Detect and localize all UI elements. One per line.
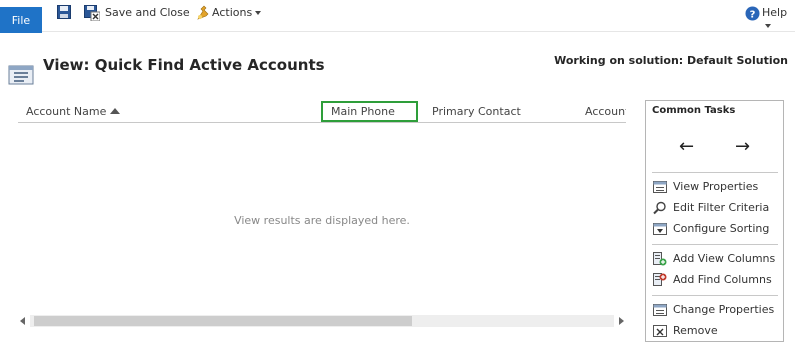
help-button[interactable]: Help [762,6,795,32]
column-header-account-name[interactable]: Account Name [26,101,316,122]
actions-label: Actions [212,6,253,19]
chevron-down-icon [255,11,262,15]
save-and-close-icon[interactable] [84,5,100,21]
add-find-columns-icon [653,273,667,286]
move-right-icon[interactable]: → [735,138,750,156]
remove-icon [653,325,667,337]
save-icon[interactable] [57,5,71,19]
view-properties-link[interactable]: View Properties [653,179,781,195]
column-header-main-phone[interactable]: Main Phone [321,101,418,122]
task-label: Remove [673,324,718,337]
task-label: Edit Filter Criteria [673,201,770,214]
view-icon [8,65,34,85]
empty-results-message: View results are displayed here. [234,214,410,227]
configure-sorting-link[interactable]: Configure Sorting [653,221,781,237]
help-label: Help [762,6,788,19]
actions-button[interactable]: Actions [212,6,262,19]
sort-icon [653,223,667,235]
common-tasks-title: Common Tasks [652,105,736,116]
move-left-icon[interactable]: ← [679,138,694,156]
help-icon[interactable]: ? [745,6,760,21]
page-title: View: Quick Find Active Accounts [43,56,325,74]
actions-icon[interactable] [195,5,211,21]
scrollbar-thumb[interactable] [34,316,412,326]
add-view-columns-icon [653,252,667,266]
change-properties-link[interactable]: Change Properties [653,302,781,318]
view-grid: Account Name Main Phone Primary Contact … [18,100,626,334]
scroll-right-icon[interactable] [619,317,624,325]
remove-link[interactable]: Remove [653,323,781,339]
task-label: Add View Columns [673,252,776,265]
divider [652,244,778,245]
horizontal-scrollbar[interactable] [18,313,626,329]
add-find-columns-link[interactable]: Add Find Columns [653,272,781,288]
sort-ascending-icon [110,108,121,114]
task-label: Change Properties [673,303,775,316]
scroll-left-icon[interactable] [20,317,25,325]
edit-filter-criteria-link[interactable]: Edit Filter Criteria [653,200,781,216]
task-label: Add Find Columns [673,273,772,286]
divider [652,172,778,173]
column-label: Account Name [26,105,107,118]
task-label: View Properties [673,180,759,193]
add-view-columns-link[interactable]: Add View Columns [653,251,781,267]
common-tasks-panel: Common Tasks ← → View Properties Edit Fi… [645,100,784,342]
view-properties-icon [653,181,667,193]
divider [652,295,778,296]
ribbon: File Save and Close Actions ? Help [0,0,795,33]
chevron-down-icon [765,24,771,28]
magnifier-icon [653,201,666,215]
change-properties-icon [653,304,667,316]
grid-header: Account Name Main Phone Primary Contact … [18,100,626,123]
column-header-account[interactable]: Account [585,101,626,122]
task-label: Configure Sorting [673,222,770,235]
svg-text:?: ? [750,9,756,20]
save-and-close-button[interactable]: Save and Close [105,6,190,19]
solution-label: Working on solution: Default Solution [554,54,788,67]
file-button[interactable]: File [0,7,42,33]
column-header-primary-contact[interactable]: Primary Contact [432,101,582,122]
